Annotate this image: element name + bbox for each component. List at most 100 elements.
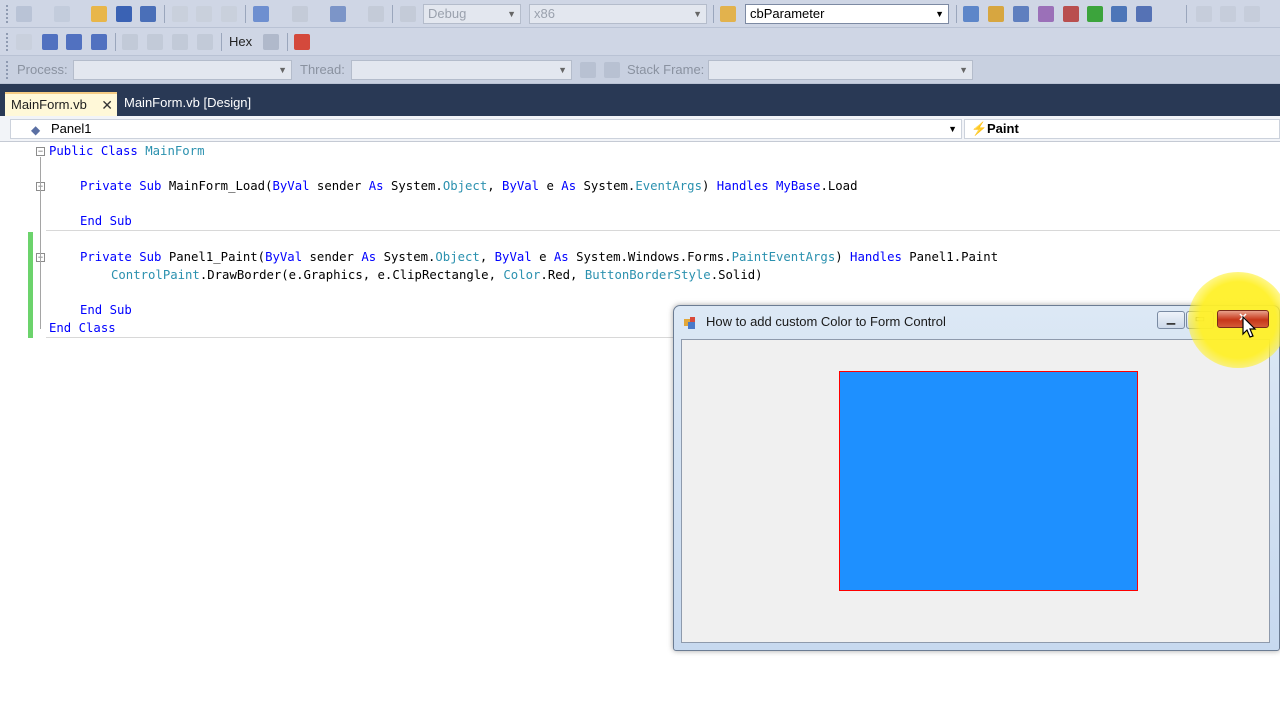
code-token: ControlPaint [111, 268, 200, 282]
tab-mainform-design[interactable]: MainForm.vb [Design] [118, 92, 257, 116]
process-label: Process: [17, 62, 68, 77]
event-icon: ⚡ [971, 121, 988, 136]
copy-icon[interactable] [196, 6, 212, 22]
event-combo[interactable]: ⚡ Paint [964, 119, 1280, 139]
procedure-separator [46, 337, 686, 338]
paste-icon[interactable] [221, 6, 237, 22]
output-window-icon[interactable] [294, 34, 310, 50]
open-file-icon[interactable] [91, 6, 107, 22]
code-token: Handles [850, 250, 902, 264]
chevron-down-icon: ▼ [507, 9, 516, 19]
toolbar-separator [287, 33, 288, 51]
code-token: ByVal [272, 179, 310, 193]
solution-configuration-value: Debug [428, 6, 467, 21]
redo-icon[interactable] [292, 6, 308, 22]
solution-configuration-combo[interactable]: Debug ▼ [423, 4, 521, 24]
find-in-files-icon[interactable] [720, 6, 736, 22]
code-token: MyBase [776, 179, 821, 193]
flag-all-threads-icon[interactable] [604, 62, 620, 78]
step-into-icon[interactable] [147, 34, 163, 50]
thread-combo[interactable]: ▼ [351, 60, 572, 80]
solution-platform-value: x86 [534, 6, 555, 21]
find-combo[interactable]: cbParameter ▼ [745, 4, 949, 24]
step-out-icon[interactable] [197, 34, 213, 50]
format-icon[interactable] [1220, 6, 1236, 22]
code-token: MainForm [145, 144, 205, 158]
code-token: As [553, 250, 569, 264]
process-combo[interactable]: ▼ [73, 60, 292, 80]
stop-debugging-icon[interactable] [66, 34, 82, 50]
toolbar-separator [245, 5, 246, 23]
code-line-8: ControlPaint.DrawBorder(e.Graphics, e.Cl… [111, 267, 763, 285]
code-token: , [487, 179, 503, 193]
thread-label: Thread: [300, 62, 345, 77]
procedure-separator [46, 230, 1280, 231]
code-token: EventArgs [635, 179, 702, 193]
object-browser-icon[interactable] [1013, 6, 1029, 22]
code-line-10: End Sub [80, 302, 132, 320]
extension-manager-icon[interactable] [1063, 6, 1079, 22]
breakpoints-icon[interactable] [263, 34, 279, 50]
start-page-icon[interactable] [1087, 6, 1103, 22]
code-token: e [531, 250, 554, 264]
code-token: As [361, 250, 377, 264]
toggle-flag-icon[interactable] [580, 62, 596, 78]
solution-explorer-icon[interactable] [963, 6, 979, 22]
code-navigation-bar: ◆ Panel1 ▼ ⚡ Paint [0, 116, 1280, 142]
layout-icon[interactable] [1196, 6, 1212, 22]
class-icon: ◆ [31, 123, 41, 137]
properties-icon[interactable] [988, 6, 1004, 22]
other-windows-icon[interactable] [1136, 6, 1152, 22]
command-window-icon[interactable] [1111, 6, 1127, 22]
object-combo[interactable]: ◆ Panel1 ▼ [10, 119, 962, 139]
navigate-forward-icon[interactable] [368, 6, 384, 22]
break-all-icon[interactable] [42, 34, 58, 50]
code-line-1: Public Class MainForm [49, 143, 204, 161]
form-window[interactable]: How to add custom Color to Form Control … [673, 305, 1280, 651]
code-token: Private Sub [80, 179, 169, 193]
collapse-icon[interactable]: − [36, 147, 45, 156]
toolbar-separator [221, 33, 222, 51]
toolbar-separator [713, 5, 714, 23]
restart-icon[interactable] [91, 34, 107, 50]
code-line-7: Private Sub Panel1_Paint(ByVal sender As… [80, 249, 998, 267]
code-token: sender [309, 179, 369, 193]
close-icon[interactable]: ✕ [101, 94, 113, 116]
standard-toolbar: Debug ▼ x86 ▼ cbParameter ▼ [0, 0, 1280, 28]
cut-icon[interactable] [172, 6, 188, 22]
stack-frame-combo[interactable]: ▼ [708, 60, 973, 80]
align-icon[interactable] [1244, 6, 1260, 22]
start-debugging-icon[interactable] [400, 6, 416, 22]
mouse-cursor-icon [1242, 315, 1258, 345]
chevron-down-icon: ▼ [558, 65, 567, 75]
toolbar-grip[interactable] [5, 32, 9, 52]
new-project-icon[interactable] [16, 6, 32, 22]
continue-icon[interactable] [16, 34, 32, 50]
tab-mainform-vb[interactable]: MainForm.vb ✕ [5, 92, 117, 116]
toolbar-grip[interactable] [5, 60, 9, 80]
find-combo-value: cbParameter [750, 6, 825, 21]
code-token: ByVal [265, 250, 303, 264]
toolbar-grip[interactable] [5, 4, 9, 24]
add-item-icon[interactable] [54, 6, 70, 22]
document-tab-strip: MainForm.vb ✕ MainForm.vb [Design] [0, 84, 1280, 116]
solution-platform-combo[interactable]: x86 ▼ [529, 4, 707, 24]
hex-button[interactable]: Hex [229, 33, 252, 51]
step-over-icon[interactable] [172, 34, 188, 50]
save-icon[interactable] [116, 6, 132, 22]
code-token: System. [576, 179, 636, 193]
toolbox-icon[interactable] [1038, 6, 1054, 22]
code-token: Panel1_Paint( [168, 250, 266, 264]
save-all-icon[interactable] [140, 6, 156, 22]
minimize-button[interactable]: ▁ [1157, 311, 1185, 329]
panel1 [839, 371, 1138, 591]
object-combo-value: Panel1 [51, 121, 92, 136]
code-token: Handles [716, 179, 769, 193]
change-tracking-bar [28, 232, 33, 338]
undo-icon[interactable] [253, 6, 269, 22]
code-token: Public Class [49, 144, 146, 158]
show-next-statement-icon[interactable] [122, 34, 138, 50]
navigate-backward-icon[interactable] [330, 6, 346, 22]
code-token: .DrawBorder(e.Graphics, e.ClipRectangle, [199, 268, 504, 282]
